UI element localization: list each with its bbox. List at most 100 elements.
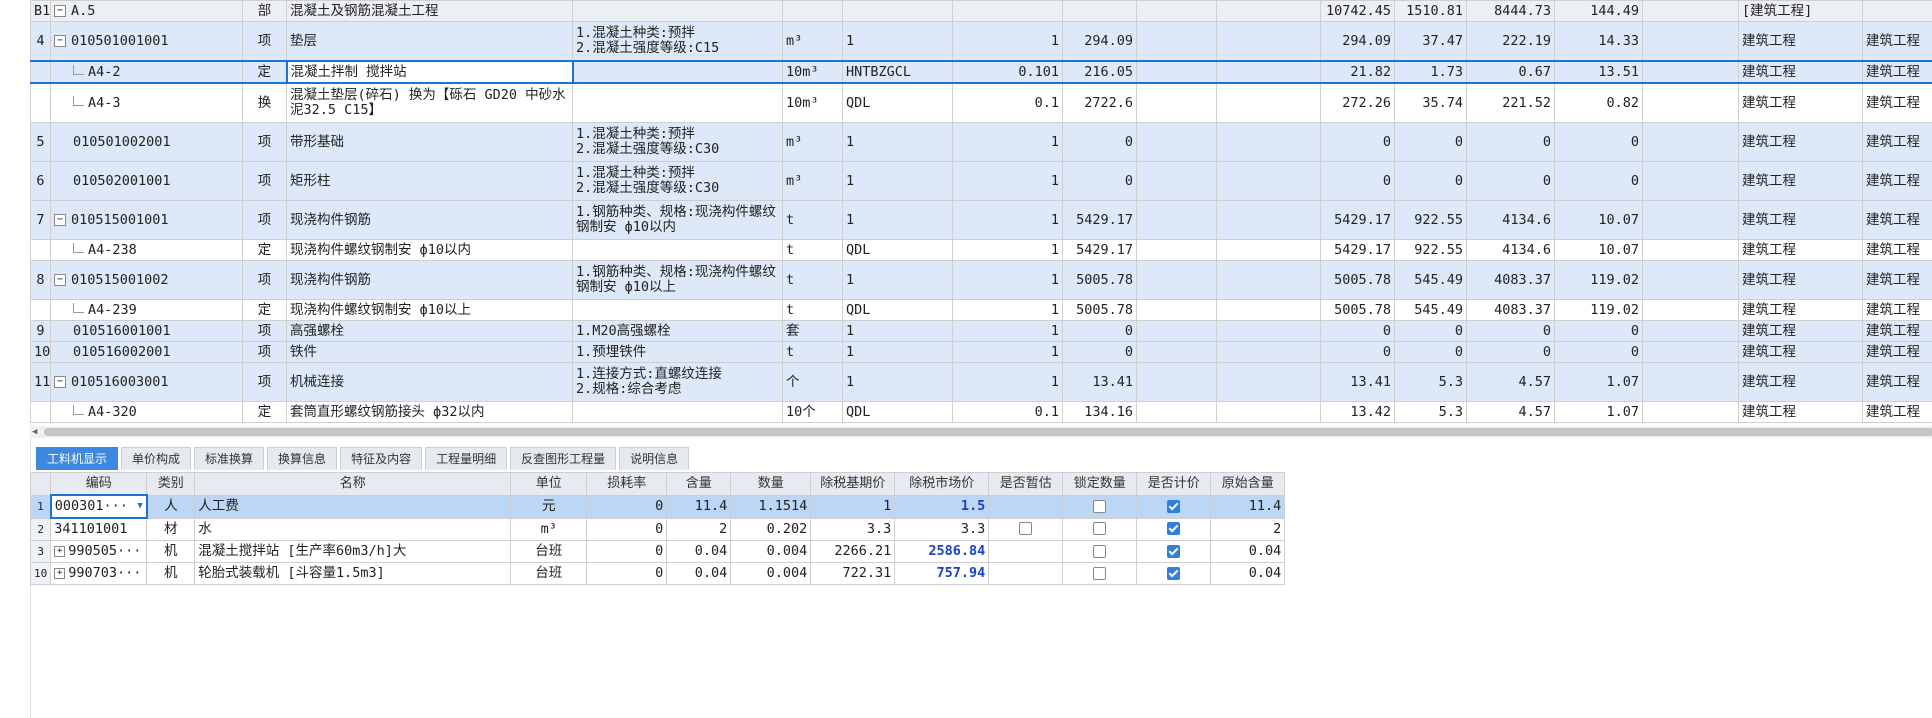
- profession[interactable]: 建筑工程: [1738, 260, 1863, 300]
- item-feature[interactable]: [572, 60, 783, 84]
- priced-checkbox[interactable]: [1167, 544, 1181, 558]
- profession-2[interactable]: 建筑工程: [1862, 299, 1932, 321]
- blank-cell[interactable]: [1216, 401, 1321, 423]
- lock-quantity[interactable]: [1062, 540, 1138, 563]
- blank-cell[interactable]: [1216, 341, 1321, 363]
- material-cost[interactable]: 221.52: [1466, 82, 1555, 123]
- expand-icon[interactable]: +: [54, 545, 66, 557]
- qty-expression[interactable]: QDL: [842, 82, 953, 123]
- item-unit[interactable]: t: [782, 260, 843, 300]
- base-price[interactable]: 2266.21: [810, 540, 896, 563]
- labor-cost[interactable]: 1510.81: [1394, 0, 1467, 22]
- blank-cell[interactable]: [1216, 122, 1321, 162]
- qty-expression[interactable]: 1: [842, 341, 953, 363]
- item-unit[interactable]: m³: [782, 21, 843, 62]
- item-name[interactable]: 机械连接: [286, 362, 573, 402]
- profession[interactable]: 建筑工程: [1738, 82, 1863, 123]
- row-number[interactable]: [30, 401, 51, 423]
- blank-cell[interactable]: [1136, 362, 1217, 402]
- row-number[interactable]: [30, 299, 51, 321]
- item-type[interactable]: 换: [242, 82, 287, 123]
- lock-quantity[interactable]: [1062, 562, 1138, 585]
- item-name[interactable]: 套筒直形螺纹钢筋接头 ф32以内: [286, 401, 573, 423]
- blank-cell[interactable]: [1216, 21, 1321, 62]
- profession[interactable]: 建筑工程: [1738, 299, 1863, 321]
- blank-cell[interactable]: [1216, 82, 1321, 123]
- row-number[interactable]: 5: [30, 122, 51, 162]
- row-number[interactable]: 10: [30, 341, 51, 363]
- item-feature[interactable]: [572, 239, 783, 261]
- item-feature[interactable]: [572, 0, 783, 22]
- original-content[interactable]: 2: [1210, 517, 1286, 541]
- horizontal-scrollbar[interactable]: ◀: [30, 426, 1932, 438]
- resource-quantity[interactable]: 0.004: [730, 540, 812, 563]
- row-number[interactable]: 6: [30, 161, 51, 201]
- blank-cell[interactable]: [1136, 260, 1217, 300]
- total-price[interactable]: 294.09: [1320, 21, 1395, 62]
- content-amount[interactable]: 0.04: [666, 562, 732, 585]
- collapse-toggle-icon[interactable]: −: [54, 273, 66, 286]
- item-name[interactable]: 现浇构件螺纹钢制安 ф10以上: [286, 299, 573, 321]
- qty-expression[interactable]: 1: [842, 320, 953, 342]
- machine-cost[interactable]: 0: [1554, 341, 1643, 363]
- base-price[interactable]: 3.3: [810, 517, 896, 541]
- blank-cell[interactable]: [1136, 401, 1217, 423]
- blank-cell[interactable]: [1216, 260, 1321, 300]
- column-header[interactable]: 含量: [666, 472, 732, 496]
- lock-quantity[interactable]: [1062, 517, 1138, 541]
- labor-cost[interactable]: 922.55: [1394, 239, 1467, 261]
- item-quantity[interactable]: 1: [952, 341, 1063, 363]
- lock-quantity[interactable]: [1062, 494, 1138, 519]
- item-feature[interactable]: 1.钢筋种类、规格:现浇构件螺纹钢制安 ф10以内: [572, 200, 783, 240]
- market-price[interactable]: 2586.84: [894, 540, 990, 563]
- scrollbar-thumb[interactable]: [44, 428, 1932, 436]
- qty-expression[interactable]: 1: [842, 362, 953, 402]
- profession-2[interactable]: [1862, 0, 1932, 22]
- blank-cell[interactable]: [1642, 82, 1739, 123]
- row-number[interactable]: [30, 82, 51, 123]
- machine-cost[interactable]: 119.02: [1554, 299, 1643, 321]
- bill-row[interactable]: A4-320 定套筒直形螺纹钢筋接头 ф32以内 10个 QDL 0.1 134.16 13…: [30, 401, 1932, 423]
- total-price[interactable]: 272.26: [1320, 82, 1395, 123]
- blank-cell[interactable]: [1216, 60, 1321, 84]
- labor-cost[interactable]: 35.74: [1394, 82, 1467, 123]
- collapse-toggle-icon[interactable]: −: [54, 34, 66, 47]
- item-type[interactable]: 项: [242, 362, 287, 402]
- resource-quantity[interactable]: 0.004: [730, 562, 812, 585]
- resource-unit[interactable]: 台班: [510, 540, 588, 563]
- resource-unit[interactable]: 台班: [510, 562, 588, 585]
- blank-cell[interactable]: [1642, 362, 1739, 402]
- material-cost[interactable]: 4134.6: [1466, 200, 1555, 240]
- blank-cell[interactable]: [1136, 60, 1217, 84]
- unit-price[interactable]: 5005.78: [1062, 299, 1137, 321]
- labor-cost[interactable]: 922.55: [1394, 200, 1467, 240]
- bill-row[interactable]: 8−010515001002 项现浇构件钢筋 1.钢筋种类、规格:现浇构件螺纹钢制安…: [30, 260, 1932, 300]
- blank-cell[interactable]: [1216, 0, 1321, 22]
- item-quantity[interactable]: 1: [952, 21, 1063, 62]
- loss-rate[interactable]: 0: [586, 540, 668, 563]
- resource-code[interactable]: +990505···: [50, 540, 148, 563]
- labor-cost[interactable]: 37.47: [1394, 21, 1467, 62]
- blank-cell[interactable]: [1216, 200, 1321, 240]
- loss-rate[interactable]: 0: [586, 517, 668, 541]
- blank-cell[interactable]: [1136, 0, 1217, 22]
- column-header[interactable]: 名称: [194, 472, 512, 496]
- item-feature[interactable]: 1.M20高强螺栓: [572, 320, 783, 342]
- bill-row[interactable]: A4-3 换混凝土垫层(碎石) 换为【砾石 GD20 中砂水泥32.5 C15】 1…: [30, 82, 1932, 123]
- qty-expression[interactable]: 1: [842, 122, 953, 162]
- content-amount[interactable]: 0.04: [666, 540, 732, 563]
- resource-category[interactable]: 机: [146, 562, 196, 585]
- item-type[interactable]: 定: [242, 60, 287, 84]
- item-feature[interactable]: 1.钢筋种类、规格:现浇构件螺纹钢制安 ф10以上: [572, 260, 783, 300]
- item-type[interactable]: 项: [242, 21, 287, 62]
- item-quantity[interactable]: 1: [952, 260, 1063, 300]
- base-price[interactable]: 1: [810, 494, 896, 519]
- unit-price[interactable]: 5429.17: [1062, 239, 1137, 261]
- column-header[interactable]: 类别: [146, 472, 196, 496]
- blank-cell[interactable]: [1136, 341, 1217, 363]
- resource-unit[interactable]: 元: [510, 494, 588, 519]
- item-code[interactable]: 010516002001: [50, 341, 243, 363]
- resource-unit[interactable]: m³: [510, 517, 588, 541]
- material-cost[interactable]: 4083.37: [1466, 260, 1555, 300]
- is-priced[interactable]: [1136, 494, 1212, 519]
